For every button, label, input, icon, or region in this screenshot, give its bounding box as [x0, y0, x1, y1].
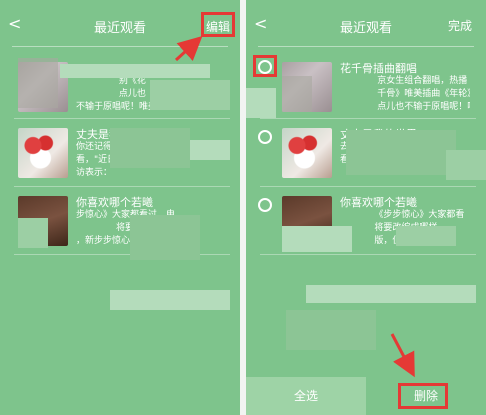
select-radio[interactable]: [258, 198, 272, 212]
list-item[interactable]: 别《花 点儿也 不输于原唱呢！唯美海 音，打...: [18, 62, 228, 124]
row-divider: [14, 186, 230, 187]
item-description: 别《花 点儿也 不输于原唱呢！唯美海 音，打...: [76, 76, 167, 112]
edit-button[interactable]: 编辑: [201, 12, 235, 37]
done-button[interactable]: 完成: [448, 17, 472, 34]
right-screen: < 最近观看 完成 花千骨插曲翻唱 京女生组合翻唱，热播 千骨》唯美插曲《年轮》…: [246, 0, 486, 415]
highlight-box: [398, 383, 448, 409]
item-description: 你还记得 看，"近日， 访表示：: [76, 142, 126, 178]
bottom-action-bar: 全选 删除: [246, 377, 486, 415]
list-item[interactable]: 你喜欢哪个若曦 《步步惊心》大家都看 将要改编成哪样 版，但电影《新...: [282, 196, 482, 258]
row-divider: [14, 118, 230, 119]
mosaic-block: [286, 310, 376, 350]
row-divider: [260, 118, 476, 119]
item-title: 你喜欢哪个若曦: [340, 196, 417, 209]
item-description: 去 看: [340, 142, 350, 165]
list-item[interactable]: 丈夫是我的世界 去 看: [282, 128, 482, 190]
item-title: 花千骨插曲翻唱: [340, 62, 417, 75]
header-divider: [12, 46, 228, 47]
header-divider: [258, 46, 474, 47]
thumbnail: [18, 196, 68, 246]
list-item[interactable]: 丈夫是我的... 你还记得 看，"近日， 访表示：: [18, 128, 228, 190]
row-divider: [260, 254, 476, 255]
left-screen: < 最近观看 编辑 别《花 点儿也 不输于原唱呢！唯美海 音，打... 丈夫是我…: [0, 0, 240, 415]
item-description: 《步步惊心》大家都看 将要改编成哪样 版，但电影《新...: [374, 210, 465, 246]
thumbnail: [282, 128, 332, 178]
thumbnail: [18, 62, 68, 112]
item-title: 丈夫是我的世界: [340, 128, 417, 141]
highlight-box: [253, 55, 277, 77]
item-title: 丈夫是我的...: [76, 128, 142, 141]
item-title: 你喜欢哪个若曦: [76, 196, 153, 209]
select-all-button[interactable]: 全选: [246, 377, 366, 415]
item-description: 京女生组合翻唱，热播 千骨》唯美插曲《年轮》 点儿也不输于原唱呢！唯美清...: [377, 76, 470, 112]
mosaic-block: [246, 88, 276, 118]
mosaic-block: [306, 285, 476, 303]
thumbnail: [282, 62, 332, 112]
item-description: 步惊心》大家都看过，电 将要改编成哪样小说 ，新步步惊心》欢乐: [76, 210, 198, 246]
header: < 最近观看 完成: [246, 0, 486, 50]
header: < 最近观看 编辑: [0, 0, 240, 50]
select-radio[interactable]: [258, 130, 272, 144]
thumbnail: [18, 128, 68, 178]
thumbnail: [282, 196, 332, 246]
delete-button[interactable]: 删除: [366, 377, 486, 415]
list-item[interactable]: 你喜欢哪个若曦 步惊心》大家都看过，电 将要改编成哪样小说 ，新步步惊心》欢乐: [18, 196, 228, 258]
row-divider: [260, 186, 476, 187]
mosaic-block: [110, 290, 230, 310]
row-divider: [14, 254, 230, 255]
list-item[interactable]: 花千骨插曲翻唱 京女生组合翻唱，热播 千骨》唯美插曲《年轮》 点儿也不输于原唱呢…: [282, 62, 482, 124]
